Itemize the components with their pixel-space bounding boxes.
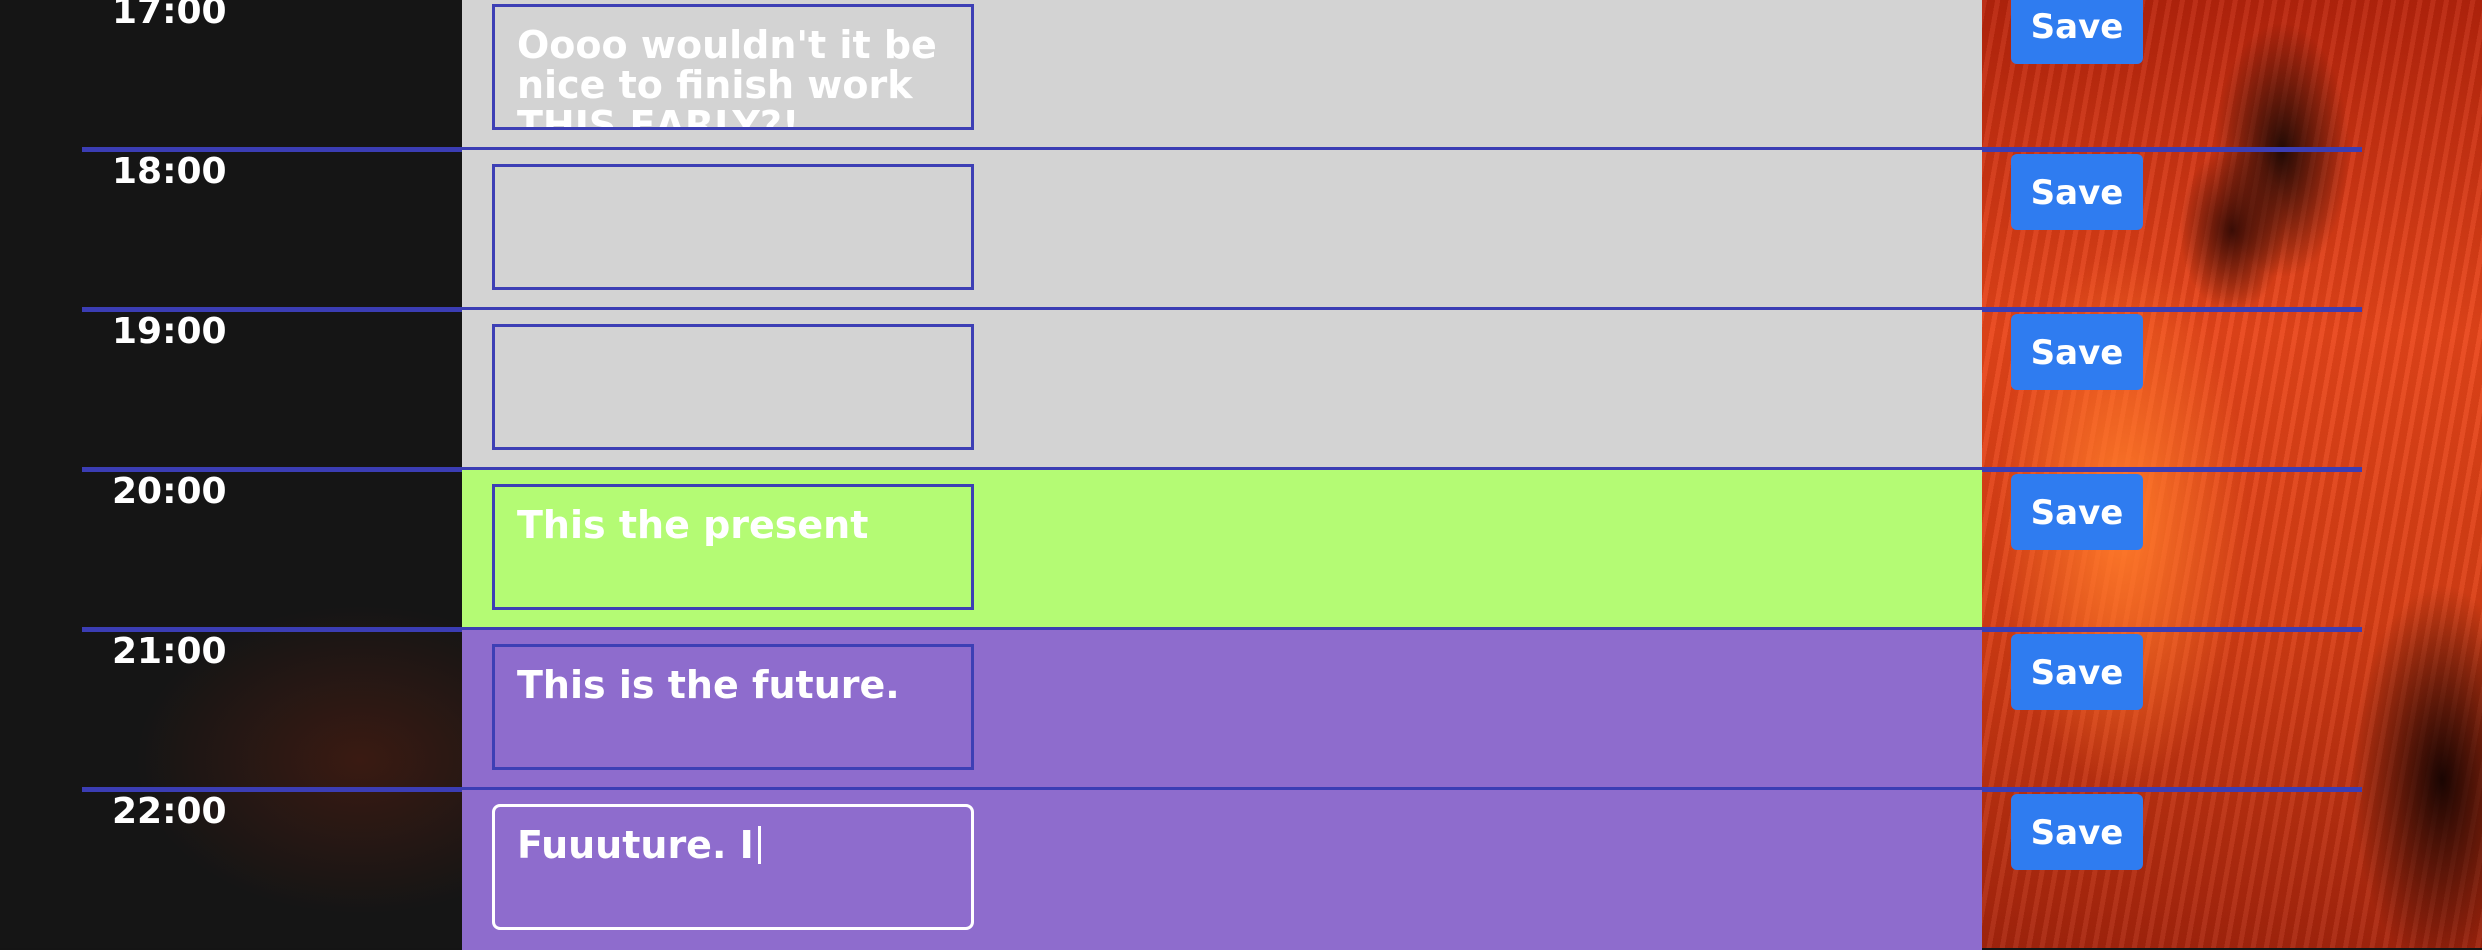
save-button[interactable]: Save	[2011, 0, 2143, 64]
hour-label: 17:00	[112, 0, 227, 32]
event-textarea[interactable]	[492, 164, 974, 290]
hour-label: 19:00	[112, 311, 227, 352]
save-button[interactable]: Save	[2011, 314, 2143, 390]
hour-label: 18:00	[112, 151, 227, 192]
event-textarea-focused[interactable]: Fuuuture. I	[492, 804, 974, 930]
save-button[interactable]: Save	[2011, 474, 2143, 550]
event-textarea[interactable]: This is the future.	[492, 644, 974, 770]
event-textarea[interactable]	[492, 324, 974, 450]
time-block-row: 20:00 This the present Save	[0, 470, 2482, 630]
hour-label: 20:00	[112, 471, 227, 512]
save-button[interactable]: Save	[2011, 634, 2143, 710]
event-text: Fuuuture. I	[517, 823, 754, 867]
event-textarea[interactable]: This the present	[492, 484, 974, 610]
hour-label: 21:00	[112, 631, 227, 672]
hour-label: 22:00	[112, 791, 227, 832]
time-block-row: 17:00 Oooo wouldn't it be nice to finish…	[0, 0, 2482, 150]
event-textarea[interactable]: Oooo wouldn't it be nice to finish work …	[492, 4, 974, 130]
time-block-row: 22:00 Fuuuture. I Save	[0, 790, 2482, 950]
time-block-row: 21:00 This is the future. Save	[0, 630, 2482, 790]
time-block-row: 18:00 Save	[0, 150, 2482, 310]
save-button[interactable]: Save	[2011, 154, 2143, 230]
save-button[interactable]: Save	[2011, 794, 2143, 870]
time-block-row: 19:00 Save	[0, 310, 2482, 470]
text-caret	[757, 826, 761, 864]
